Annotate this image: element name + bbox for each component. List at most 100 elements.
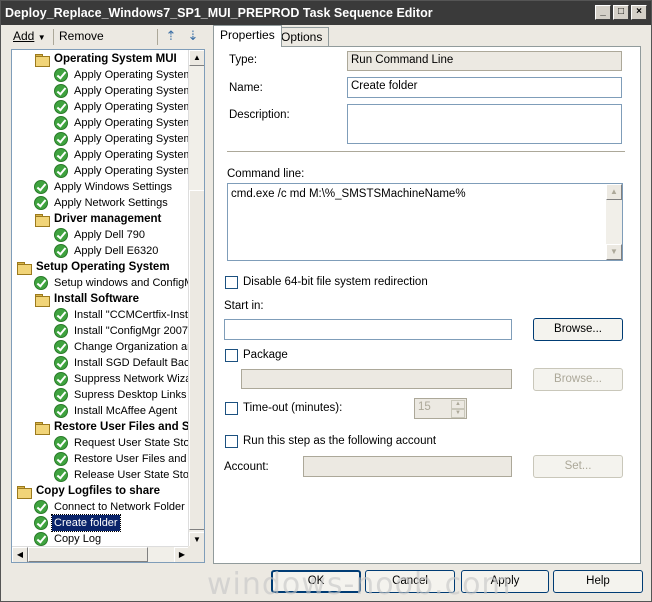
cancel-button[interactable]: Cancel — [365, 570, 455, 593]
tree-group[interactable]: Restore User Files and Settings — [34, 419, 190, 435]
browse-start-in-button[interactable]: Browse... — [533, 318, 623, 341]
tree-step[interactable]: Apply Operating System — [54, 99, 190, 115]
window-title: Deploy_Replace_Windows7_SP1_MUI_PREPROD … — [5, 6, 433, 20]
folder-icon — [16, 261, 32, 275]
command-line-text: cmd.exe /c md M:\%_SMSTSMachineName% — [231, 188, 466, 200]
spin-down-icon[interactable]: ▼ — [451, 409, 465, 418]
tree-step[interactable]: Install SGD Default Back — [54, 355, 190, 371]
tree-step[interactable]: Install "ConfigMgr 2007 — [54, 323, 190, 339]
apply-button[interactable]: Apply — [461, 570, 549, 593]
scroll-left-icon[interactable]: ◀ — [12, 547, 28, 562]
tree-step[interactable]: Install "CCMCertfix-Install — [54, 307, 190, 323]
scroll-up-icon[interactable]: ▲ — [606, 184, 622, 200]
spin-up-icon[interactable]: ▲ — [451, 400, 465, 409]
toolbar-separator — [53, 29, 54, 45]
folder-icon — [34, 53, 50, 67]
tree-step[interactable]: Apply Operating System — [54, 83, 190, 99]
tree-step[interactable]: Apply Operating System — [54, 115, 190, 131]
tree-step[interactable]: Setup windows and ConfigMgr — [34, 275, 190, 291]
name-label: Name: — [229, 82, 263, 94]
scroll-thumb[interactable] — [189, 190, 204, 530]
folder-icon — [34, 293, 50, 307]
success-check-icon — [34, 516, 48, 530]
timeout-label: Time-out (minutes): — [243, 402, 343, 414]
tree-horizontal-scrollbar[interactable]: ◀ ▶ — [12, 546, 190, 562]
account-label: Account: — [224, 461, 269, 473]
tab-options[interactable]: Options — [274, 27, 330, 47]
tree-item-label: Apply Operating System — [74, 165, 190, 177]
success-check-icon — [54, 68, 68, 82]
tree-step[interactable]: Request User State Storage — [54, 435, 190, 451]
scroll-down-icon[interactable]: ▼ — [606, 244, 622, 260]
tree-group[interactable]: Driver management — [34, 211, 163, 227]
tree-step[interactable]: Apply Network Settings — [34, 195, 170, 211]
command-line-input[interactable]: cmd.exe /c md M:\%_SMSTSMachineName% ▲ ▼ — [227, 183, 623, 261]
title-bar[interactable]: Deploy_Replace_Windows7_SP1_MUI_PREPROD … — [1, 1, 651, 25]
success-check-icon — [54, 468, 68, 482]
remove-button[interactable]: Remove — [59, 29, 104, 43]
tree-item-label: Driver management — [54, 213, 162, 225]
tree-step[interactable]: Supress Desktop Links — [54, 387, 189, 403]
tree-step[interactable]: Change Organization and — [54, 339, 190, 355]
success-check-icon — [54, 324, 68, 338]
ok-button[interactable]: OK — [271, 570, 361, 593]
tree-group[interactable]: Operating System MUI — [34, 51, 179, 67]
tab-properties[interactable]: Properties — [213, 25, 282, 47]
hscroll-thumb[interactable] — [28, 547, 148, 562]
package-checkbox[interactable] — [225, 349, 238, 362]
dropdown-arrow-icon: ▼ — [37, 33, 46, 42]
timeout-checkbox[interactable] — [225, 402, 238, 415]
move-down-icon[interactable]: ⇣ — [185, 28, 201, 44]
tree-step[interactable]: Apply Operating System — [54, 147, 190, 163]
tree-group[interactable]: Copy Logfiles to share — [16, 483, 162, 499]
success-check-icon — [54, 404, 68, 418]
folder-icon — [34, 213, 50, 227]
tree-step[interactable]: Copy Log — [34, 531, 103, 547]
tree-step[interactable]: Apply Operating System — [54, 67, 190, 83]
command-line-scrollbar[interactable]: ▲ ▼ — [606, 184, 622, 260]
start-in-input[interactable] — [224, 319, 512, 340]
close-button[interactable]: × — [631, 5, 647, 20]
tree-item-label: Supress Desktop Links — [74, 389, 187, 401]
success-check-icon — [54, 116, 68, 130]
scroll-up-icon[interactable]: ▲ — [189, 50, 204, 66]
add-menu-button[interactable]: Add ▼ — [13, 29, 46, 43]
tree-step[interactable]: Apply Windows Settings — [34, 179, 174, 195]
help-button[interactable]: Help — [553, 570, 643, 593]
success-check-icon — [54, 244, 68, 258]
folder-icon — [34, 421, 50, 435]
disable-64bit-checkbox[interactable] — [225, 276, 238, 289]
timeout-stepper[interactable]: 15 ▲ ▼ — [414, 398, 467, 419]
tree-item-label: Apply Dell 790 — [74, 229, 145, 241]
success-check-icon — [54, 228, 68, 242]
browse-package-button[interactable]: Browse... — [533, 368, 623, 391]
tree-step[interactable]: Apply Operating System — [54, 131, 190, 147]
tree-group[interactable]: Setup Operating System — [16, 259, 172, 275]
tree-step[interactable]: Release User State Storage — [54, 467, 190, 483]
task-sequence-tree[interactable]: Operating System MUI Apply Operating Syst… — [11, 49, 205, 563]
tree-item-label: Install SGD Default Back — [74, 357, 190, 369]
success-check-icon — [54, 388, 68, 402]
timeout-spin-buttons[interactable]: ▲ ▼ — [451, 400, 465, 418]
tree-group[interactable]: Install Software — [34, 291, 141, 307]
description-input[interactable] — [347, 104, 622, 144]
tree-vertical-scrollbar[interactable]: ▲ ▼ — [188, 50, 204, 548]
run-as-account-checkbox[interactable] — [225, 435, 238, 448]
tree-step[interactable]: Suppress Network Wizard — [54, 371, 190, 387]
tree-item-label: Suppress Network Wizard — [74, 373, 190, 385]
set-account-button[interactable]: Set... — [533, 455, 623, 478]
success-check-icon — [54, 164, 68, 178]
tree-step[interactable]: Restore User Files and Settings — [54, 451, 190, 467]
tree-step[interactable]: Create folder — [34, 514, 121, 532]
tree-step[interactable]: Apply Dell 790 — [54, 227, 147, 243]
tree-step[interactable]: Apply Dell E6320 — [54, 243, 160, 259]
tree-step[interactable]: Install McAffee Agent — [54, 403, 179, 419]
package-label: Package — [243, 349, 288, 361]
maximize-button[interactable]: □ — [613, 5, 629, 20]
minimize-button[interactable]: _ — [595, 5, 611, 20]
name-input[interactable]: Create folder — [347, 77, 622, 98]
tree-step[interactable]: Apply Operating System — [54, 163, 190, 179]
success-check-icon — [54, 372, 68, 386]
tree-step[interactable]: Connect to Network Folder — [34, 499, 187, 515]
move-up-icon[interactable]: ⇡ — [163, 28, 179, 44]
